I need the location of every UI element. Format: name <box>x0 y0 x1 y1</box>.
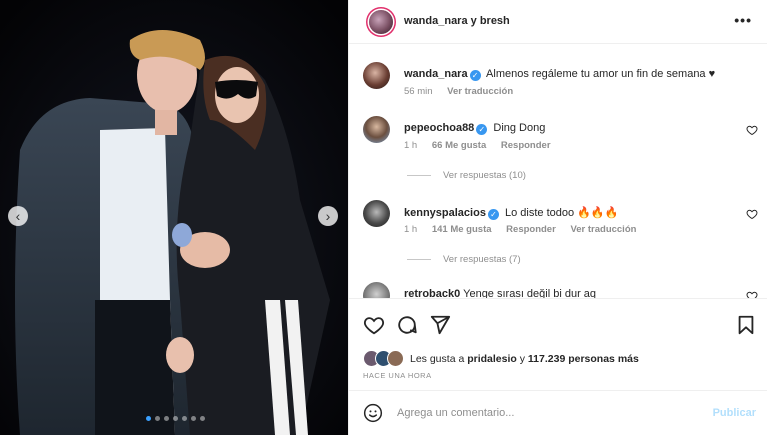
post-actions <box>349 298 767 348</box>
likes-middle: y <box>519 352 525 365</box>
comment-body: Ding Dong <box>493 122 546 134</box>
comment-reply-button[interactable]: Responder <box>501 140 551 151</box>
carousel-prev-button[interactable]: ‹ <box>8 206 28 226</box>
avatar[interactable] <box>363 282 390 298</box>
verified-icon: ✓ <box>476 124 488 135</box>
bookmark-icon[interactable] <box>735 314 757 336</box>
comment-username[interactable]: pepeochoa88 <box>404 122 474 134</box>
replies-divider <box>407 175 431 176</box>
avatar[interactable] <box>363 200 390 227</box>
carousel-dot <box>173 416 178 421</box>
replies-divider <box>407 259 431 260</box>
caption-time: 56 min <box>404 86 433 97</box>
carousel-indicator <box>146 416 205 421</box>
heart-icon[interactable] <box>746 208 758 220</box>
heart-icon[interactable] <box>363 314 385 336</box>
comment-time: 1 h <box>404 224 418 235</box>
view-replies-label: Ver respuestas (7) <box>443 254 521 265</box>
carousel-dot <box>191 416 196 421</box>
avatar[interactable] <box>369 10 393 34</box>
comment-body: Lo diste todoo 🔥🔥🔥 <box>505 207 619 219</box>
emoji-icon[interactable] <box>363 403 383 423</box>
comment-time: 1 h <box>404 140 418 151</box>
comment-text: retroback0 Yenge sırası değil bi dur aq <box>404 288 734 298</box>
comment-likes[interactable]: 66 Me gusta <box>432 140 486 151</box>
add-comment-bar: Publicar <box>349 390 767 435</box>
avatar <box>387 350 404 367</box>
comment-username[interactable]: kennyspalacios <box>404 207 486 219</box>
post-authors[interactable]: wanda_nara y bresh <box>404 15 510 27</box>
post-time: HACE UNA HORA <box>363 371 432 380</box>
view-replies-label: Ver respuestas (10) <box>443 170 526 181</box>
carousel-dot <box>182 416 187 421</box>
avatar[interactable] <box>363 62 390 89</box>
caption-username[interactable]: wanda_nara <box>404 68 468 80</box>
chevron-right-icon: › <box>325 208 331 224</box>
comment-meta: 1 h 141 Me gusta Responder Ver traducció… <box>404 224 648 235</box>
carousel-dot <box>155 416 160 421</box>
comment-body: Yenge sırası değil bi dur aq <box>463 288 597 298</box>
post-photo-illustration <box>0 0 348 435</box>
comment-text: pepeochoa88 ✓ Ding Dong <box>404 122 734 135</box>
comment-icon[interactable] <box>396 314 418 336</box>
publish-button[interactable]: Publicar <box>713 407 756 419</box>
caption-translate-link[interactable]: Ver traducción <box>447 86 513 97</box>
likes-prefix: Les gusta a <box>410 352 465 365</box>
post-header: wanda_nara y bresh ••• <box>349 0 767 44</box>
share-icon[interactable] <box>429 314 451 336</box>
heart-icon[interactable] <box>746 290 758 298</box>
comments-list[interactable]: wanda_nara ✓ Almenos regáleme tu amor un … <box>349 44 767 298</box>
avatar[interactable] <box>363 116 390 143</box>
post-side-panel: wanda_nara y bresh ••• wanda_nara ✓ Almen… <box>348 0 767 435</box>
carousel-dot <box>146 416 151 421</box>
caption-text: wanda_nara ✓ Almenos regáleme tu amor un … <box>404 68 734 81</box>
view-replies-button[interactable]: Ver respuestas (7) <box>407 254 521 265</box>
likes-summary: Les gusta a pridalesio y 117.239 persona… <box>363 350 639 367</box>
post-photo: ‹ › <box>0 0 348 435</box>
more-icon[interactable]: ••• <box>734 12 752 28</box>
comment-text: kennyspalacios ✓ Lo diste todoo 🔥🔥🔥 <box>404 206 734 220</box>
likes-text: Les gusta a pridalesio y 117.239 persona… <box>410 353 639 365</box>
comment-username[interactable]: retroback0 <box>404 288 460 298</box>
carousel-dot <box>164 416 169 421</box>
verified-icon: ✓ <box>487 209 499 220</box>
chevron-left-icon: ‹ <box>15 208 21 224</box>
comment-input[interactable] <box>397 404 697 422</box>
likes-count[interactable]: 117.239 personas más <box>528 353 639 365</box>
comment-reply-button[interactable]: Responder <box>506 224 556 235</box>
heart-icon[interactable] <box>746 124 758 136</box>
comment-meta: 1 h 66 Me gusta Responder <box>404 140 563 151</box>
view-replies-button[interactable]: Ver respuestas (10) <box>407 170 526 181</box>
carousel-next-button[interactable]: › <box>318 206 338 226</box>
carousel-dot <box>200 416 205 421</box>
likes-user[interactable]: pridalesio <box>467 353 517 365</box>
caption-meta: 56 min Ver traducción <box>404 86 525 97</box>
comment-translate-link[interactable]: Ver traducción <box>570 224 636 235</box>
verified-icon: ✓ <box>469 70 481 81</box>
comment-likes[interactable]: 141 Me gusta <box>432 224 492 235</box>
caption-body: Almenos regáleme tu amor un fin de seman… <box>486 68 716 80</box>
